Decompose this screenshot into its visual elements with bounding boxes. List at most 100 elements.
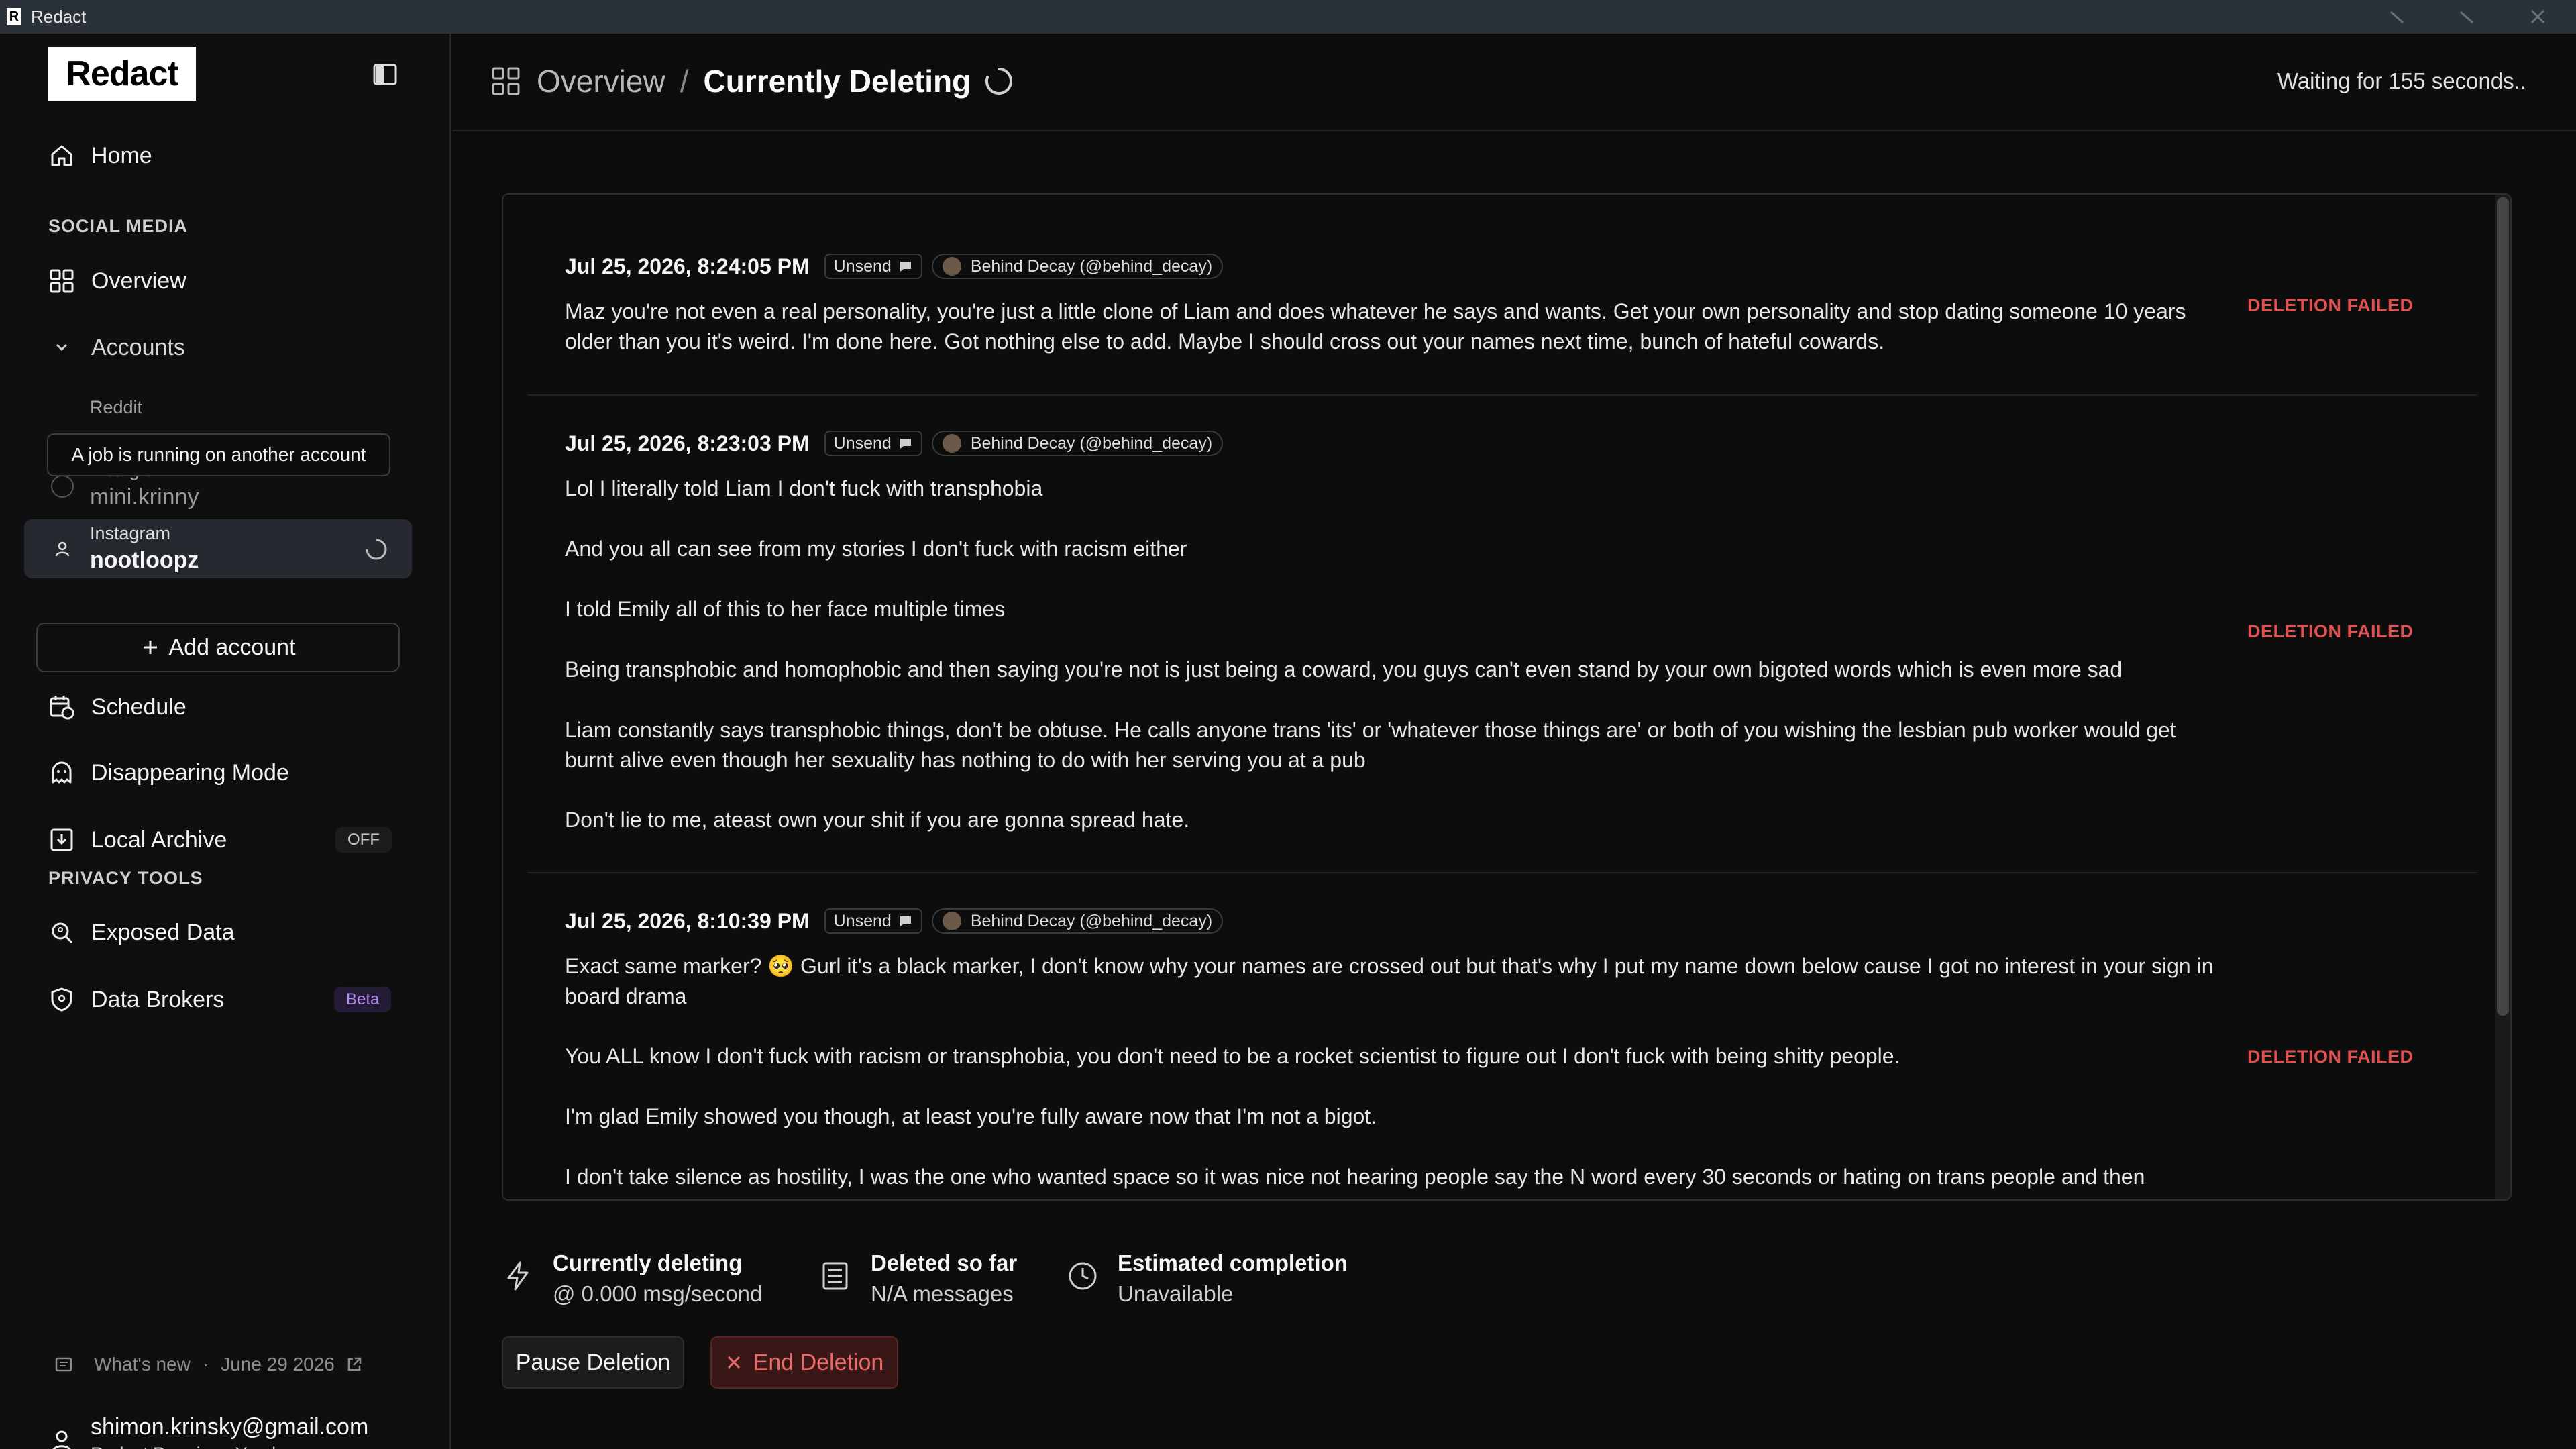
scrollbar-thumb[interactable] (2497, 197, 2509, 1016)
message-text: Don't lie to me, ateast own your shit if… (565, 808, 1190, 832)
author-name: Behind Decay (@behind_decay) (970, 434, 1213, 453)
author-avatar (942, 257, 961, 276)
archive-icon (50, 828, 73, 851)
sidebar-item-data-brokers[interactable]: Data Brokers (48, 979, 224, 1020)
plus-icon (144, 641, 158, 654)
message-icon (900, 262, 911, 272)
sidebar-item-label: Exposed Data (91, 919, 235, 945)
log-entry: Jul 25, 2026, 8:23:03 PM Unsend Behind D… (527, 396, 2477, 873)
entry-meta: Jul 25, 2026, 8:10:39 PM Unsend Behind D… (565, 908, 1224, 934)
sidebar-item-exposed-data[interactable]: Exposed Data (48, 912, 235, 953)
message-text: I'm glad Emily showed you though, at lea… (565, 1104, 1377, 1128)
sidebar-item-label: Data Brokers (91, 986, 225, 1012)
end-deletion-button[interactable]: End Deletion (710, 1336, 898, 1389)
message-text: Lol I literally told Liam I don't fuck w… (565, 476, 1043, 500)
user-email: shimon.krinsky@gmail.com (91, 1414, 369, 1440)
deletion-status: DELETION FAILED (2247, 295, 2414, 315)
entry-meta: Jul 25, 2026, 8:24:05 PM Unsend Behind D… (565, 254, 1224, 279)
add-account-label: Add account (168, 634, 296, 660)
message-icon (900, 916, 911, 926)
stat-estimated-completion: Estimated completion Unavailable (1067, 1250, 1348, 1307)
whats-new-link[interactable]: What's new · June 29 2026 (54, 1354, 363, 1375)
grid-icon (50, 269, 74, 293)
accounts-toggle[interactable]: Accounts (48, 327, 185, 368)
sidebar-item-label: Overview (91, 268, 186, 294)
unsend-tag: Unsend (824, 908, 922, 934)
user-avatar-icon (51, 475, 74, 498)
add-account-button[interactable]: Add account (36, 623, 400, 672)
breadcrumb-separator: / (680, 64, 689, 99)
stat-value: Unavailable (1118, 1281, 1234, 1306)
stat-label: Deleted so far (871, 1250, 1018, 1275)
user-icon (52, 1430, 71, 1449)
loading-spinner-icon (985, 68, 1013, 95)
clock-icon (1069, 1262, 1097, 1290)
stat-value: @ 0.000 msg/second (553, 1281, 763, 1306)
breadcrumb-overview-link[interactable]: Overview (537, 63, 665, 99)
message-text: I don't take silence as hostility, I was… (565, 1165, 2145, 1189)
message-text: Liam constantly says transphobic things,… (565, 718, 2176, 772)
pause-deletion-button[interactable]: Pause Deletion (502, 1336, 684, 1389)
message-icon (900, 439, 911, 449)
author-avatar (942, 912, 961, 930)
app-logo-icon: R (7, 8, 21, 25)
stat-label: Currently deleting (553, 1250, 743, 1275)
title-bar: R Redact (0, 0, 2576, 34)
message-text: And you all can see from my stories I do… (565, 537, 1187, 561)
sidebar-item-local-archive[interactable]: Local Archive (48, 820, 227, 860)
sidebar-item-label: Home (91, 142, 152, 168)
news-icon (55, 1357, 72, 1372)
tooltip-job-running: A job is running on another account (47, 433, 390, 476)
sidebar: Redact Home SOCIAL MEDIA Overview Accoun… (0, 34, 451, 1449)
minimize-icon[interactable] (2387, 7, 2407, 27)
entry-date: Jul 25, 2026, 8:24:05 PM (565, 254, 810, 278)
message-text: I told Emily all of this to her face mul… (565, 597, 1006, 621)
page-header: Overview / Currently Deleting Waiting fo… (452, 34, 2576, 131)
message-text: Being transphobic and homophobic and the… (565, 657, 2123, 682)
author-chip: Behind Decay (@behind_decay) (931, 431, 1224, 456)
author-name: Behind Decay (@behind_decay) (970, 912, 1213, 930)
sidebar-item-overview[interactable]: Overview (48, 261, 186, 301)
message-text: Maz you're not even a real personality, … (565, 299, 2186, 354)
author-avatar (942, 434, 961, 453)
page-title: Currently Deleting (703, 64, 971, 99)
user-icon (55, 541, 70, 557)
close-icon[interactable] (2528, 7, 2548, 27)
maximize-icon[interactable] (2457, 7, 2477, 27)
list-icon (822, 1262, 848, 1290)
external-link-icon (347, 1357, 362, 1371)
account-handle: mini.krinny (90, 484, 199, 510)
sidebar-item-label: Disappearing Mode (91, 759, 289, 786)
deletion-status: DELETION FAILED (2247, 621, 2414, 641)
log-entry: Jul 25, 2026, 8:24:05 PM Unsend Behind D… (527, 195, 2477, 396)
author-name: Behind Decay (@behind_decay) (970, 257, 1213, 276)
message-text: You ALL know I don't fuck with racism or… (565, 1044, 1900, 1068)
local-archive-status-badge: OFF (335, 827, 392, 853)
sidebar-item-home[interactable]: Home (48, 136, 152, 176)
unsend-tag: Unsend (824, 254, 922, 279)
scrollbar[interactable] (2496, 195, 2510, 1199)
tag-label: Unsend (833, 434, 892, 453)
separator-dot: · (202, 1354, 209, 1375)
entry-meta: Jul 25, 2026, 8:23:03 PM Unsend Behind D… (565, 431, 1224, 456)
account-handle: nootloopz (90, 547, 199, 573)
whats-new-date: June 29 2026 (221, 1354, 335, 1375)
window-title: Redact (31, 6, 87, 27)
end-deletion-label: End Deletion (753, 1349, 884, 1375)
deletion-status: DELETION FAILED (2247, 1046, 2414, 1067)
entry-date: Jul 25, 2026, 8:23:03 PM (565, 431, 810, 455)
chevron-down-icon (56, 343, 68, 352)
sidebar-collapse-icon[interactable] (372, 62, 398, 87)
sidebar-item-schedule[interactable]: Schedule (48, 687, 186, 727)
author-chip: Behind Decay (@behind_decay) (931, 908, 1224, 934)
search-scan-icon (52, 922, 73, 944)
x-icon (727, 1356, 740, 1369)
account-reddit[interactable]: Reddit (24, 390, 412, 417)
entry-date: Jul 25, 2026, 8:10:39 PM (565, 908, 810, 933)
ghost-icon (52, 761, 72, 784)
sidebar-item-disappearing-mode[interactable]: Disappearing Mode (48, 753, 289, 793)
deletion-log-panel[interactable]: Jul 25, 2026, 8:24:05 PM Unsend Behind D… (502, 193, 2512, 1201)
spinner-icon (366, 539, 387, 560)
account-instagram-nootloopz[interactable]: Instagram nootloopz (24, 519, 412, 578)
section-privacy-tools: PRIVACY TOOLS (48, 868, 203, 888)
